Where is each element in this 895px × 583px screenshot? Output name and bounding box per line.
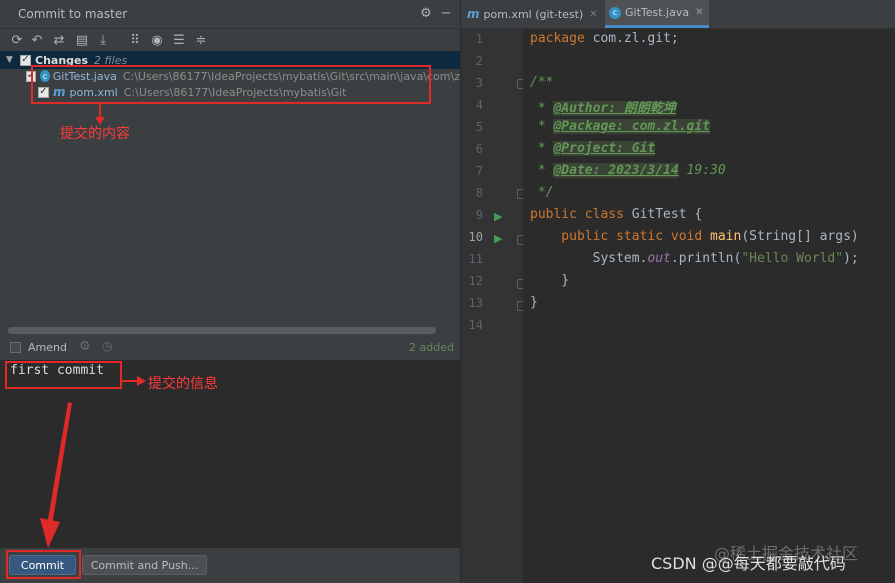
close-icon[interactable]: ✕ [695, 7, 703, 18]
annotation-arrow-to-commit [40, 402, 72, 548]
expand-all-icon[interactable]: ☰ [170, 31, 188, 49]
commit-titlebar: Commit to master ⚙ − [0, 0, 460, 29]
added-status: 2 added [409, 341, 454, 354]
code-line: * @Author: 朗朗乾坤 [530, 101, 676, 116]
amend-checkbox[interactable] [10, 342, 21, 353]
line-number: 9 [475, 208, 483, 222]
code-line: public static void main(String[] args) [530, 229, 859, 244]
editor-gutter: 1 2 3 4 5 6 7 8 9 10 11 12 13 14 ▶ ▶ [461, 29, 527, 583]
horizontal-scrollbar[interactable] [8, 327, 436, 334]
java-class-icon: c [609, 6, 621, 19]
editor-tabs: m pom.xml (git-test) ✕ c GitTest.java ✕ [461, 0, 895, 29]
code-line: */ [530, 185, 554, 200]
line-number: 4 [475, 98, 483, 112]
code-line: * @Package: com.zl.git [530, 119, 711, 134]
line-number: 14 [468, 318, 483, 332]
code-line: public class GitTest { [530, 207, 703, 222]
tab-pom-xml[interactable]: m pom.xml (git-test) ✕ [463, 0, 603, 28]
line-number: 12 [468, 274, 483, 288]
group-icon[interactable]: ▤ [73, 31, 91, 49]
run-icon[interactable]: ▶ [494, 210, 502, 223]
diff-icon[interactable]: ⇄ [50, 31, 68, 49]
code-line: } [530, 295, 538, 310]
commit-and-push-button[interactable]: Commit and Push... [82, 555, 207, 575]
content-highlight-box [31, 65, 431, 104]
code-line: /** [530, 75, 554, 90]
refresh-icon[interactable]: ⟳ [8, 31, 26, 49]
code-line: } [530, 273, 570, 288]
tab-gittest-java[interactable]: c GitTest.java ✕ [605, 0, 709, 28]
maven-icon: m [467, 7, 480, 21]
line-number: 2 [475, 54, 483, 68]
settings-icon[interactable]: ⚙ [79, 339, 91, 354]
message-highlight-box [5, 361, 122, 389]
commit-highlight-box [6, 550, 81, 579]
line-number: 1 [475, 32, 483, 46]
gear-icon[interactable]: ⚙ [418, 5, 434, 21]
line-number: 13 [468, 296, 483, 310]
line-number: 6 [475, 142, 483, 156]
line-number: 3 [475, 76, 483, 90]
csdn-watermark: CSDN @@每天都要敲代码 [651, 554, 846, 573]
shelve-icon[interactable]: ⤓ [94, 31, 112, 49]
line-number: 7 [475, 164, 483, 178]
rollback-icon[interactable]: ↶ [28, 31, 46, 49]
commit-toolbar: ⟳ ↶ ⇄ ▤ ⤓ ⠿ ◉ ☰ ≑ [0, 29, 460, 51]
line-number: 5 [475, 120, 483, 134]
content-annotation: 提交的内容 [60, 126, 130, 142]
code-editor[interactable]: package com.zl.git; /** * @Author: 朗朗乾坤 … [523, 29, 895, 583]
code-line: * @Date: 2023/3/14 19:30 [530, 163, 726, 178]
code-line: System.out.println("Hello World"); [530, 251, 859, 266]
eye-icon[interactable]: ◉ [148, 31, 166, 49]
group-by-icon[interactable]: ⠿ [126, 31, 144, 49]
collapse-all-icon[interactable]: ≑ [192, 31, 210, 49]
code-line: package com.zl.git; [530, 31, 679, 46]
commit-panel: Commit to master ⚙ − ⟳ ↶ ⇄ ▤ ⤓ ⠿ ◉ ☰ ≑ ▼… [0, 0, 460, 583]
chevron-down-icon[interactable]: ▼ [6, 55, 16, 65]
line-number: 10 [468, 230, 483, 244]
message-annotation: 提交的信息 [148, 376, 218, 392]
close-icon[interactable]: ✕ [589, 9, 597, 20]
tab-label: GitTest.java [625, 6, 690, 19]
minimize-icon[interactable]: − [438, 5, 454, 21]
tab-label: pom.xml (git-test) [483, 7, 584, 21]
line-number: 11 [468, 252, 483, 266]
history-icon[interactable]: ◷ [102, 339, 112, 353]
code-line: * @Project: Git [530, 141, 656, 156]
amend-label: Amend [28, 341, 67, 354]
line-number: 8 [475, 186, 483, 200]
changes-checkbox[interactable]: ✓ [20, 54, 31, 66]
annotation-arrow-right [122, 376, 146, 386]
window-title: Commit to master [18, 7, 128, 21]
run-icon[interactable]: ▶ [494, 232, 502, 245]
amend-bar: Amend ⚙ ◷ 2 added [0, 339, 460, 359]
